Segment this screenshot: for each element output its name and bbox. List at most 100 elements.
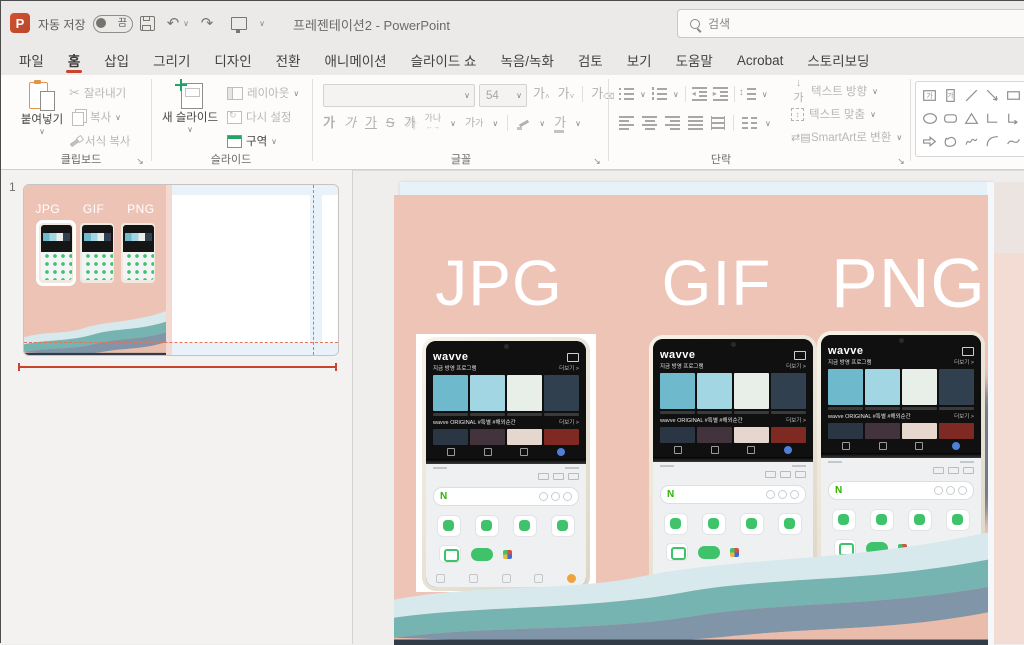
picture-extent-indicator [18,366,337,368]
clear-formatting-button[interactable]: 가⌫ [591,87,614,101]
shape-text-box-vertical-button[interactable]: 가 [940,84,961,107]
clipboard-dialog-launcher[interactable]: ↘ [134,155,146,167]
align-left-button[interactable] [619,116,634,130]
font-color-chevron[interactable]: ∨ [575,119,581,128]
align-right-button[interactable] [665,116,680,130]
tab-Acrobat[interactable]: Acrobat [725,45,796,75]
shape-curve-button[interactable] [1003,130,1024,153]
strikethrough-button[interactable]: S [386,116,395,130]
cut-button[interactable]: ✂ 잘라내기 [69,83,126,103]
shape-oval-button[interactable] [919,107,940,130]
shape-text-box-horizontal-button[interactable]: 가 [919,84,940,107]
decrease-indent-button[interactable] [692,87,707,101]
tab-그리기[interactable]: 그리기 [141,45,202,75]
convert-smartart-button[interactable]: ⇄▤ SmartArt로 변환 ∨ [791,129,902,145]
search-input[interactable]: 검색 [677,9,1024,38]
shape-right-arrow-button[interactable] [919,130,940,153]
section-label: 구역 [246,133,267,149]
distribute-text-button[interactable] [711,116,725,130]
line-spacing-button[interactable] [741,87,756,101]
columns-chevron[interactable]: ∨ [765,119,771,128]
line-spacing-chevron[interactable]: ∨ [762,90,768,99]
align-text-button[interactable]: ↕ 텍스트 맞춤 ∨ [791,106,902,122]
shape-rectangle-button[interactable] [1003,84,1024,107]
justify-button[interactable] [688,116,703,130]
title-bar: P 자동 저장 끔 ↶ ∨ ↷ ∨ 프레젠테이션2 - PowerPoint 검… [1,1,1024,45]
slide-1-thumbnail[interactable]: JPGGIFPNG [23,184,339,356]
undo-dropdown[interactable]: ∨ [181,13,191,33]
tab-전환[interactable]: 전환 [264,45,313,75]
copy-dropdown-chevron: ∨ [115,113,121,122]
change-case-chevron[interactable]: ∨ [492,119,498,128]
character-spacing-chevron[interactable]: ∨ [450,119,456,128]
increase-indent-button[interactable] [713,87,728,101]
align-text-chevron: ∨ [870,110,876,119]
autosave-toggle[interactable]: 끔 [93,15,133,33]
undo-button[interactable]: ↶ [163,13,183,33]
autosave-state: 끔 [118,18,127,29]
numbering-button[interactable] [652,87,667,101]
text-direction-button[interactable]: ↓가 텍스트 방향 ∨ [791,83,902,99]
tab-파일[interactable]: 파일 [7,45,56,75]
tab-슬라이드 쇼[interactable]: 슬라이드 쇼 [399,45,489,75]
shape-scribble-button[interactable] [961,130,982,153]
bold-button[interactable]: 가 [323,116,335,130]
copy-button[interactable]: 복사 ∨ [69,107,121,127]
layout-button[interactable]: 레이아웃 ∨ [227,83,299,103]
italic-button[interactable]: 가 [344,116,356,130]
tab-홈[interactable]: 홈 [56,45,92,75]
tab-애니메이션[interactable]: 애니메이션 [312,45,398,75]
paragraph-dialog-launcher[interactable]: ↘ [895,155,907,167]
slide-number: 1 [9,180,16,194]
reset-button[interactable]: 다시 설정 [227,107,292,127]
tab-스토리보딩[interactable]: 스토리보딩 [795,45,881,75]
quick-access-customize-chevron[interactable]: ∨ [257,13,267,33]
naver-search-bar: N [660,485,806,504]
shape-elbow-arrow-connector-button[interactable] [1003,107,1024,130]
change-case-button[interactable]: 가가 [465,116,483,130]
tab-도움말[interactable]: 도움말 [664,45,725,75]
naver-search-bar: N [433,487,579,506]
shape-triangle-button[interactable] [961,107,982,130]
start-slideshow-button[interactable] [229,13,249,33]
shape-line-button[interactable] [961,84,982,107]
bullets-button[interactable] [619,87,634,101]
shape-elbow-connector-button[interactable] [982,107,1003,130]
format-headers: JPGGIFPNG [394,243,988,323]
slide-picture[interactable]: JPGGIFPNG wavve지금 방영 프로그램더보기 >wavve ORIG… [394,195,988,645]
shape-freeform-button[interactable] [940,130,961,153]
font-color-button[interactable]: 가 [554,116,566,130]
text-highlight-button[interactable] [517,117,530,130]
shape-left-brace-button[interactable] [919,153,940,157]
text-direction-label: 텍스트 방향 [811,83,867,99]
align-center-button[interactable] [642,116,657,130]
decrease-font-size-button[interactable]: 가˅ [558,87,575,101]
tab-보기[interactable]: 보기 [615,45,664,75]
text-highlight-chevron[interactable]: ∨ [539,119,545,128]
save-button[interactable] [137,13,157,33]
tab-검토[interactable]: 검토 [566,45,615,75]
character-spacing-button[interactable]: 가나←→ [425,114,442,132]
bullets-chevron[interactable]: ∨ [640,90,646,99]
work-area: 1 JPGGIFPNG JPGGIFPNG wavve지금 방영 프로그램더보기… [1,170,1024,644]
font-name-combobox[interactable]: ∨ [323,84,475,107]
tab-삽입[interactable]: 삽입 [92,45,141,75]
underline-button[interactable]: 가 [365,116,377,130]
paste-button[interactable]: 붙여넣기 ∨ [13,81,71,136]
tab-녹음/녹화[interactable]: 녹음/녹화 [488,45,565,75]
font-size-combobox[interactable]: 54 ∨ [479,84,527,107]
increase-font-size-button[interactable]: 가˄ [533,87,550,101]
section-button[interactable]: 구역 ∨ [227,131,277,151]
numbering-chevron[interactable]: ∨ [673,90,679,99]
tab-디자인[interactable]: 디자인 [202,45,263,75]
font-dialog-launcher[interactable]: ↘ [591,155,603,167]
format-painter-button[interactable]: 서식 복사 [69,131,131,151]
shape-arc-button[interactable] [982,130,1003,153]
new-slide-button[interactable]: 새 슬라이드 ∨ [159,81,221,134]
redo-button[interactable]: ↷ [197,13,217,33]
text-shadow-button[interactable]: 가 [404,116,416,130]
powerpoint-logo-icon[interactable]: P [10,13,30,33]
shape-rounded-rectangle-button[interactable] [940,107,961,130]
shape-arrow-button[interactable] [982,84,1003,107]
columns-button[interactable] [742,116,757,130]
